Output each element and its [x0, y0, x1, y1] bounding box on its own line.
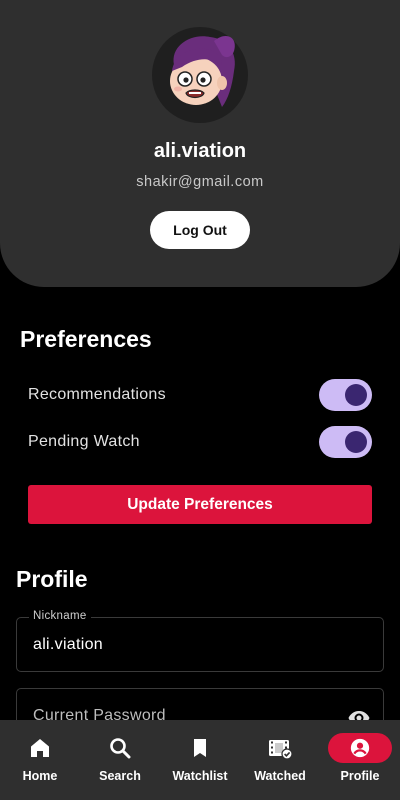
pref-row-pending-watch: Pending Watch [28, 425, 372, 459]
recommendations-toggle[interactable] [319, 379, 372, 411]
nav-label: Home [22, 769, 58, 783]
nav-profile[interactable]: Profile [320, 720, 400, 800]
profile-screen: ali.viation shakir@gmail.com Log Out Pre… [0, 0, 400, 800]
profile-header-card: ali.viation shakir@gmail.com Log Out [0, 0, 400, 287]
account-icon [328, 733, 392, 763]
nav-watched[interactable]: Watched [240, 720, 320, 800]
pending-watch-toggle[interactable] [319, 426, 372, 458]
nickname-label: Nickname [29, 610, 91, 622]
user-email: shakir@gmail.com [136, 174, 264, 190]
pref-label: Recommendations [28, 386, 166, 403]
nav-label: Watched [254, 769, 306, 783]
profile-title: Profile [16, 566, 88, 592]
pref-row-recommendations: Recommendations [28, 378, 372, 412]
username: ali.viation [153, 140, 247, 162]
cartoon-avatar-icon [170, 36, 235, 107]
nav-search[interactable]: Search [80, 720, 160, 800]
preferences-title: Preferences [20, 326, 152, 352]
home-icon [8, 733, 72, 763]
nickname-field[interactable]: Nickname ali.viation [16, 610, 384, 672]
nav-watchlist[interactable]: Watchlist [160, 720, 240, 800]
update-preferences-button[interactable]: Update Preferences [28, 485, 372, 524]
search-icon [88, 733, 152, 763]
avatar[interactable] [152, 27, 248, 123]
logout-button[interactable]: Log Out [150, 211, 250, 249]
nav-label: Search [99, 769, 141, 783]
nav-label: Watchlist [172, 769, 228, 783]
pref-label: Pending Watch [28, 433, 140, 450]
nav-home[interactable]: Home [0, 720, 80, 800]
nav-label: Profile [340, 769, 380, 783]
bottom-navigation: Home Search Watchlist Watched Profile [0, 720, 400, 800]
toggle-knob [345, 431, 367, 453]
nickname-value: ali.viation [33, 636, 104, 653]
toggle-knob [345, 384, 367, 406]
bookmark-icon [168, 733, 232, 763]
film-check-icon [248, 733, 312, 763]
